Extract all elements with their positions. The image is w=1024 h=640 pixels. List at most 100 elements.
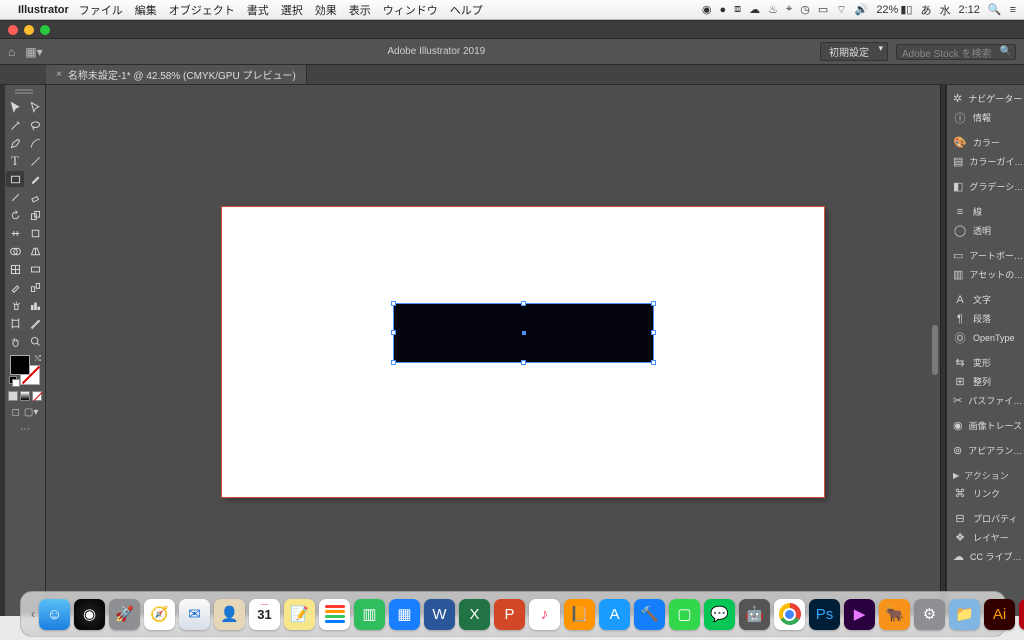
fill-stroke-swatch[interactable]: ⤭: [10, 355, 40, 385]
dock-app[interactable]: 🤖: [739, 599, 770, 630]
draw-normal-icon[interactable]: ◻: [12, 407, 20, 418]
panel-info[interactable]: ⓘ情報: [949, 108, 1022, 127]
battery-status[interactable]: 22% ▮▯: [876, 3, 912, 16]
wifi-icon[interactable]: ⌔: [836, 3, 846, 17]
free-transform-tool[interactable]: [26, 225, 44, 241]
paintbrush-tool[interactable]: [26, 171, 44, 187]
panel-character[interactable]: A文字: [949, 290, 1022, 309]
panel-stroke[interactable]: ≡線: [949, 202, 1022, 221]
dock-excel[interactable]: X: [459, 599, 490, 630]
selection-tool[interactable]: [6, 99, 24, 115]
perspective-tool[interactable]: [26, 243, 44, 259]
panel-appearance[interactable]: ⊚アピアラン…: [949, 441, 1022, 460]
dock-mail[interactable]: ✉︎: [179, 599, 210, 630]
dock-siri[interactable]: ◉: [74, 599, 105, 630]
panel-asset-export[interactable]: ▥アセットの…: [949, 265, 1022, 284]
dock-launchpad[interactable]: 🚀: [109, 599, 140, 630]
menu-view[interactable]: 表示: [349, 2, 371, 18]
dock-safari[interactable]: 🧭: [144, 599, 175, 630]
dock-app[interactable]: 🔨: [634, 599, 665, 630]
menu-type[interactable]: 書式: [247, 2, 269, 18]
menu-window[interactable]: ウィンドウ: [383, 2, 438, 18]
rotate-tool[interactable]: [6, 207, 24, 223]
lasso-tool[interactable]: [26, 117, 44, 133]
panel-image-trace[interactable]: ◉画像トレース: [949, 416, 1022, 435]
zoom-tool[interactable]: [26, 333, 44, 349]
panel-align[interactable]: ⊞整列: [949, 372, 1022, 391]
panel-transform[interactable]: ⇆変形: [949, 353, 1022, 372]
notification-icon[interactable]: ≡: [1010, 4, 1016, 16]
stock-search-input[interactable]: Adobe Stock を検索 🔍: [896, 44, 1016, 60]
panel-opentype[interactable]: ⓄOpenType: [949, 328, 1022, 347]
dock-filezilla[interactable]: Fz: [1019, 599, 1024, 630]
vertical-scrollbar[interactable]: [930, 85, 940, 616]
curvature-tool[interactable]: [26, 135, 44, 151]
app-name[interactable]: Illustrator: [18, 4, 69, 16]
tray-icon[interactable]: ◉: [702, 3, 712, 16]
edit-toolbar-icon[interactable]: ⋯: [20, 424, 30, 435]
selected-rectangle[interactable]: [393, 303, 654, 363]
menu-select[interactable]: 選択: [281, 2, 303, 18]
canvas[interactable]: [46, 85, 940, 616]
date-day[interactable]: 水: [939, 2, 950, 18]
direct-selection-tool[interactable]: [26, 99, 44, 115]
volume-icon[interactable]: 🔊: [855, 3, 869, 16]
dock-photoshop[interactable]: Ps: [809, 599, 840, 630]
symbol-sprayer-tool[interactable]: [6, 297, 24, 313]
dock-sysprefs[interactable]: ⚙︎: [914, 599, 945, 630]
blend-tool[interactable]: [26, 279, 44, 295]
panel-pathfinder[interactable]: ✂パスファイ…: [949, 391, 1022, 410]
dropbox-icon[interactable]: ⧈: [734, 3, 741, 16]
panel-color-guide[interactable]: ▤カラーガイ…: [949, 152, 1022, 171]
dock-reminders[interactable]: [319, 599, 350, 630]
dock-keynote[interactable]: ▦: [389, 599, 420, 630]
panel-layers[interactable]: ❖レイヤー: [949, 528, 1022, 547]
screen-mode-icon[interactable]: ▢▾: [24, 407, 38, 418]
panel-cc-libraries[interactable]: ☁CC ライブ…: [949, 547, 1022, 566]
magic-wand-tool[interactable]: [6, 117, 24, 133]
dock-ibooks[interactable]: 📙: [564, 599, 595, 630]
gradient-tool[interactable]: [26, 261, 44, 277]
dock-finder[interactable]: ☺: [39, 599, 70, 630]
panel-gradient[interactable]: ◧グラデーシ…: [949, 177, 1022, 196]
eyedropper-tool[interactable]: [6, 279, 24, 295]
close-button[interactable]: [8, 25, 18, 35]
dock-chrome[interactable]: [774, 599, 805, 630]
shaper-tool[interactable]: [6, 189, 24, 205]
dock-premiere[interactable]: ▶: [844, 599, 875, 630]
dock-powerpoint[interactable]: P: [494, 599, 525, 630]
dock-facetime[interactable]: ▢: [669, 599, 700, 630]
close-tab-icon[interactable]: ×: [56, 69, 62, 80]
spotlight-icon[interactable]: 🔍: [988, 3, 1002, 16]
dock-scroll-left[interactable]: ‹: [31, 607, 35, 621]
panel-transparency[interactable]: ◯透明: [949, 221, 1022, 240]
dock-line[interactable]: 💬: [704, 599, 735, 630]
none-mode[interactable]: [32, 391, 42, 401]
document-tab[interactable]: × 名称未設定-1* @ 42.58% (CMYK/GPU プレビュー): [46, 65, 307, 84]
default-fill-stroke-icon[interactable]: [9, 376, 19, 386]
toolbox-grab[interactable]: [15, 89, 35, 95]
clock-time[interactable]: 2:12: [958, 4, 979, 16]
workspace-preset-dropdown[interactable]: 初期設定: [820, 42, 888, 61]
gradient-mode[interactable]: [20, 391, 30, 401]
menu-effect[interactable]: 効果: [315, 2, 337, 18]
tray-icon[interactable]: ♨: [768, 3, 778, 16]
artboard-tool[interactable]: [6, 315, 24, 331]
dock-contacts[interactable]: 👤: [214, 599, 245, 630]
panel-navigator[interactable]: ✲ナビゲーター: [949, 89, 1022, 108]
dock-calendar[interactable]: —31: [249, 599, 280, 630]
tray-icon[interactable]: ⌖: [786, 3, 792, 16]
panel-actions[interactable]: ▶アクション: [949, 466, 1022, 484]
minimize-button[interactable]: [24, 25, 34, 35]
dock-app[interactable]: 🐂: [879, 599, 910, 630]
eraser-tool[interactable]: [26, 189, 44, 205]
swap-fill-stroke-icon[interactable]: ⤭: [35, 354, 41, 364]
mesh-tool[interactable]: [6, 261, 24, 277]
column-graph-tool[interactable]: [26, 297, 44, 313]
panel-artboards[interactable]: ▭アートボー…: [949, 246, 1022, 265]
panel-color[interactable]: 🎨カラー: [949, 133, 1022, 152]
clock-icon[interactable]: ◷: [800, 3, 810, 16]
zoom-button[interactable]: [40, 25, 50, 35]
dock-folder[interactable]: 📁: [949, 599, 980, 630]
tray-icon[interactable]: ●: [720, 4, 727, 16]
